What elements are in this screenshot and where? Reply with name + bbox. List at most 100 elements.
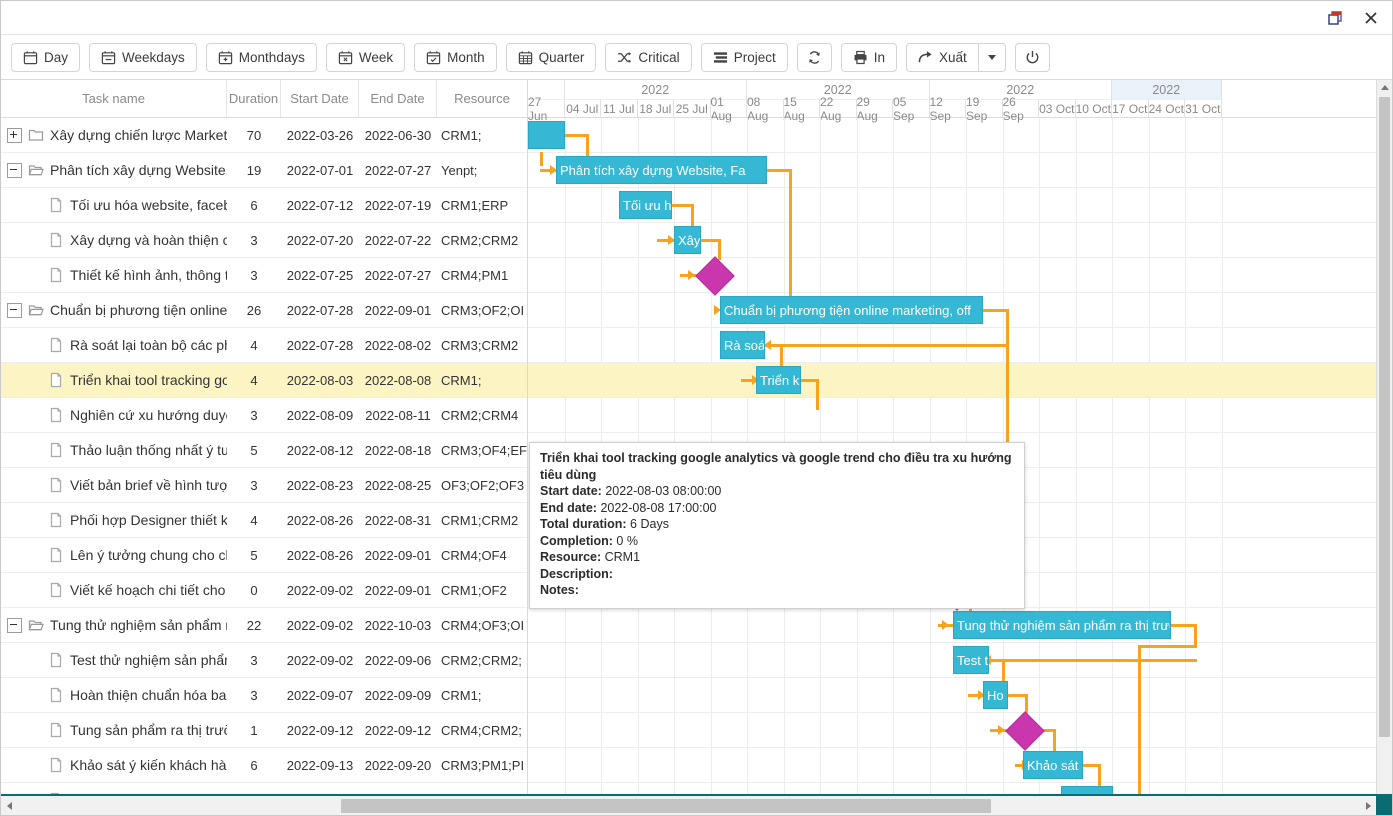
collapse-toggle[interactable] <box>7 302 22 318</box>
export-dropdown-button[interactable] <box>978 42 1006 72</box>
scroll-right-button[interactable] <box>1360 796 1376 815</box>
task-name-text: Phân tích xây dựng Website, I <box>50 162 227 178</box>
close-window-button[interactable] <box>1356 4 1386 32</box>
tooltip-lines: Start date: 2022-08-03 08:00:00 End date:… <box>540 483 1014 599</box>
gantt-bar[interactable]: Hoàn t <box>1061 786 1113 794</box>
file-icon <box>50 372 62 388</box>
view-quarter-button[interactable]: Quarter <box>505 42 597 72</box>
view-week-button[interactable]: Week <box>325 42 406 72</box>
cell-resource: CRM3;CRM2 <box>441 337 519 353</box>
view-weekdays-button[interactable]: Weekdays <box>89 42 197 72</box>
table-row[interactable]: Hoàn thiện về chất lượng v42022-09-21202… <box>1 783 527 794</box>
tooltip-row: Description: <box>540 566 1014 583</box>
cell-resource: CRM2;CRM4 <box>441 407 519 423</box>
table-row[interactable]: Tung sản phẩm ra thị trườn 1 2022-09-12 202… <box>1 713 527 748</box>
timeline-week-label: 08 Aug <box>747 95 784 123</box>
table-row[interactable]: Viết bản brief về hình tượnç 3 2022-08-23 2… <box>1 468 527 503</box>
refresh-button[interactable] <box>796 42 832 72</box>
cell-end-date: 2022-07-22 <box>364 232 432 248</box>
gantt-bar[interactable]: Rà soát <box>720 331 765 359</box>
table-row[interactable]: Lên ý tưởng chung cho chu 5 2022-08-26 2022… <box>1 538 527 573</box>
table-row[interactable]: Phối hợp Designer thiết kế 4 2022-08-26 202… <box>1 503 527 538</box>
column-header-end-date[interactable]: End Date <box>359 80 437 117</box>
dependency-link <box>816 380 819 410</box>
column-header-start-date[interactable]: Start Date <box>281 80 359 117</box>
timeline-week-label: 19 Sep <box>966 95 1003 123</box>
column-header-duration[interactable]: Duration <box>227 80 281 117</box>
task-grid-header: Task name Duration Start Date End Date R… <box>1 80 527 118</box>
table-row[interactable]: Phân tích xây dựng Website, I 19 2022-07-0… <box>1 153 527 188</box>
view-day-button[interactable]: Day <box>11 42 81 72</box>
timeline-gridline-vertical <box>1039 118 1040 794</box>
tooltip-label: Description: <box>540 566 613 581</box>
tooltip-value: 2022-08-03 08:00:00 <box>605 484 722 498</box>
expand-toggle[interactable] <box>7 127 22 143</box>
cell-start-date: 2022-08-26 <box>286 512 354 528</box>
gantt-bar[interactable]: Khảo sát <box>1023 751 1083 779</box>
cell-task-name: Triển khai tool tracking goo <box>1 372 227 388</box>
gantt-bar[interactable] <box>528 121 565 149</box>
cell-duration: 4 <box>250 512 258 528</box>
column-header-resource[interactable]: Resource <box>437 80 527 117</box>
table-row[interactable]: Rà soát lại toàn bộ các phư 4 2022-07-28 20… <box>1 328 527 363</box>
file-icon <box>50 442 62 458</box>
dependency-link <box>540 152 543 166</box>
timeline-gridline-vertical <box>1075 118 1077 794</box>
table-row[interactable]: Thiết kế hình ảnh, thông tin 3 2022-07-25 2… <box>1 258 527 293</box>
scroll-left-button[interactable] <box>1 796 17 815</box>
table-row[interactable]: Test thử nghiệm sản phẩm 3 2022-09-02 2022-… <box>1 643 527 678</box>
gantt-bar[interactable]: Ho <box>983 681 1008 709</box>
power-button[interactable] <box>1014 42 1050 72</box>
dependency-arrow <box>942 620 949 630</box>
horizontal-scrollbar[interactable] <box>1 794 1392 815</box>
collapse-toggle[interactable] <box>7 162 22 178</box>
print-button[interactable]: In <box>840 42 897 72</box>
gantt-bar[interactable]: Triển k <box>756 366 801 394</box>
table-row[interactable]: Thảo luận thống nhất ý tưở 5 2022-08-12 202… <box>1 433 527 468</box>
collapse-toggle[interactable] <box>7 617 22 633</box>
gantt-chart: 2022 2022 2022 2022 27 Jun 04 Jul 11 Jul 18 Jul… <box>528 80 1392 794</box>
table-row[interactable]: Khảo sát ý kiến khách hàng 6 2022-09-13 202… <box>1 748 527 783</box>
gantt-bar[interactable]: Xây <box>674 226 701 254</box>
gantt-bar[interactable]: Tối ưu hóa <box>619 191 672 219</box>
table-row[interactable]: Nghiên cứ xu hướng duyệt 3 2022-08-09 2022-… <box>1 398 527 433</box>
scroll-up-button[interactable] <box>1377 80 1392 95</box>
table-row[interactable]: Hoàn thiện chuẩn hóa bao l 3 2022-09-07 202… <box>1 678 527 713</box>
view-month-button[interactable]: Month <box>414 42 497 72</box>
cell-duration: 3 <box>250 267 258 283</box>
restore-window-button[interactable] <box>1320 4 1350 32</box>
task-name-text: Tối ưu hóa website, facebo <box>70 197 227 213</box>
table-row[interactable]: Xây dựng chiến lược Marketin 70 2022-03-26… <box>1 118 527 153</box>
table-row[interactable]: Chuẩn bị phương tiện online r 26 2022-07-2… <box>1 293 527 328</box>
column-header-task-name[interactable]: Task name <box>1 80 227 117</box>
table-row[interactable]: Triển khai tool tracking goo 4 2022-08-03 2… <box>1 363 527 398</box>
task-name-text: Tung thử nghiệm sản phẩm ra <box>50 617 227 633</box>
table-row[interactable]: Xây dựng và hoàn thiện cá 3 2022-07-20 2022… <box>1 223 527 258</box>
cell-end-date: 2022-08-11 <box>365 407 431 423</box>
project-button[interactable]: Project <box>700 42 788 72</box>
file-icon <box>50 197 62 213</box>
task-name-text: Xây dựng và hoàn thiện cá <box>70 232 227 248</box>
gantt-bar[interactable]: Phân tích xây dựng Website, Fa <box>556 156 767 184</box>
table-row[interactable]: Viết kế hoạch chi tiết cho ch 0 2022-09-02… <box>1 573 527 608</box>
project-label: Project <box>733 49 776 65</box>
cell-start-date: 2022-08-23 <box>286 477 354 493</box>
critical-path-button[interactable]: Critical <box>605 42 692 72</box>
gantt-bar[interactable]: Test t <box>953 646 989 674</box>
calendar-month-icon <box>426 50 441 64</box>
export-button[interactable]: Xuất <box>905 42 979 72</box>
export-label: Xuất <box>938 49 967 65</box>
horizontal-scroll-thumb[interactable] <box>341 799 991 813</box>
gantt-bar[interactable]: Chuẩn bị phương tiện online marketing, o… <box>720 296 983 324</box>
table-row[interactable]: Tối ưu hóa website, facebo 6 2022-07-12 202… <box>1 188 527 223</box>
cell-resource: CRM2;CRM2; <box>441 652 522 668</box>
timeline-week-label: 12 Sep <box>929 95 966 123</box>
table-row[interactable]: Tung thử nghiệm sản phẩm ra 22 2022-09-02 2… <box>1 608 527 643</box>
gantt-milestone[interactable] <box>695 256 735 296</box>
vertical-scroll-thumb[interactable] <box>1379 97 1390 737</box>
vertical-scrollbar[interactable] <box>1376 80 1392 794</box>
calendar-day-icon <box>23 50 38 64</box>
view-quarter-label: Quarter <box>538 49 585 65</box>
gantt-bar[interactable]: Tung thử nghiệm sản phẩm ra thị trườ <box>953 611 1171 639</box>
view-monthdays-button[interactable]: Monthdays <box>205 42 317 72</box>
